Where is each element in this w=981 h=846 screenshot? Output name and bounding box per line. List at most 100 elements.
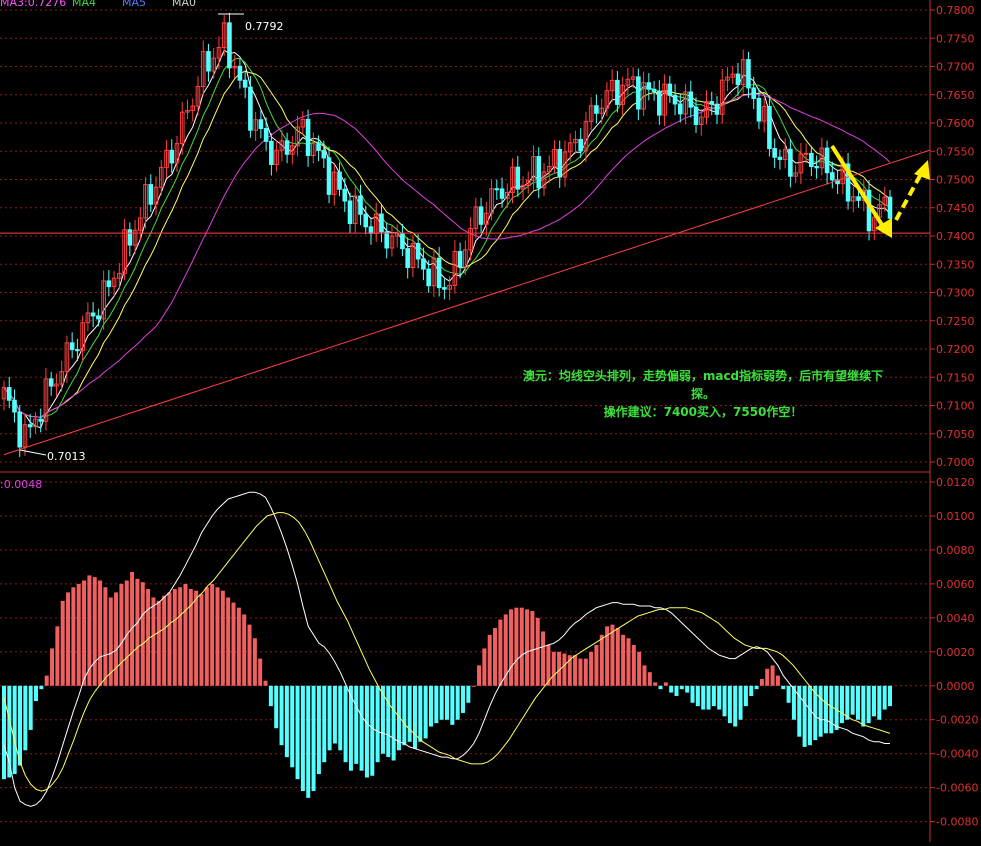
macd-bar-negative [802, 685, 807, 747]
candle-down [400, 232, 405, 250]
price-tick-label: 0.7350 [936, 258, 975, 271]
macd-bar-positive [647, 672, 652, 686]
macd-bar-positive [252, 638, 257, 686]
macd-bar-positive [583, 658, 588, 686]
macd-bar-negative [466, 685, 471, 703]
candle-down [788, 148, 793, 177]
macd-tick-label: 0.0060 [936, 578, 975, 591]
candle-down [358, 195, 363, 215]
candle-down [342, 188, 348, 202]
macd-bar-negative [679, 685, 684, 690]
macd-bar-positive [509, 609, 514, 686]
candle-down [499, 188, 505, 199]
high-label: 0.7792 [245, 20, 284, 33]
macd-bar-negative [359, 685, 364, 771]
candle-down [421, 258, 426, 270]
macd-bar-negative [274, 685, 279, 729]
candle-down [746, 59, 751, 89]
candle-down [227, 22, 232, 69]
macd-bar-positive [765, 668, 770, 686]
candle-down [405, 248, 410, 269]
candle-down [672, 94, 678, 105]
candle-down [368, 226, 374, 234]
price-tick-label: 0.7300 [936, 287, 975, 300]
candle-down [379, 213, 384, 233]
macd-bar-positive [183, 583, 188, 686]
candle-down [830, 172, 835, 181]
macd-bar-negative [439, 685, 444, 720]
macd-bar-negative [407, 685, 412, 742]
macd-bar-positive [519, 607, 524, 686]
macd-bar-positive [44, 675, 49, 686]
candle-down [305, 118, 311, 157]
macd-bar-negative [717, 685, 722, 710]
macd-bar-positive [236, 607, 241, 686]
macd-bar-positive [71, 587, 76, 686]
macd-bar-negative [290, 685, 295, 768]
macd-bar-negative [743, 685, 748, 707]
macd-bar-positive [594, 645, 599, 686]
macd-bar-positive [477, 665, 482, 686]
macd-tick-label: 0.0020 [936, 646, 975, 659]
candle-down [384, 231, 390, 249]
price-tick-label: 0.7800 [936, 4, 975, 17]
candle-down [237, 65, 243, 81]
macd-bar-positive [215, 587, 220, 686]
macd-bar-positive [642, 665, 647, 686]
macd-bar-negative [690, 685, 695, 703]
macd-bar-positive [76, 583, 81, 686]
candle-down [809, 152, 814, 167]
macd-bar-positive [578, 658, 583, 686]
price-tick-label: 0.7700 [936, 61, 975, 74]
legend-ma4: MA4 [72, 0, 96, 9]
macd-bar-negative [727, 685, 732, 724]
macd-bar-negative [445, 685, 449, 720]
candle-down [615, 79, 620, 105]
macd-bar-positive [103, 587, 108, 686]
macd-bar-negative [268, 685, 273, 707]
macd-bar-negative [28, 685, 33, 730]
candle-down [90, 312, 96, 317]
candle-down [856, 196, 861, 201]
macd-tick-label: -0.0040 [936, 748, 978, 761]
macd-bar-negative [23, 685, 28, 751]
macd-bar-negative [786, 685, 791, 703]
macd-bar-positive [167, 592, 172, 686]
price-tick-label: 0.7450 [936, 202, 975, 215]
macd-tick-label: -0.0020 [936, 714, 978, 727]
candle-down [494, 188, 500, 191]
macd-bar-negative [418, 685, 423, 742]
macd-bar-negative [818, 685, 823, 737]
candle-down [169, 149, 175, 164]
candle-down [677, 103, 683, 115]
candle-down [772, 148, 777, 158]
macd-bar-positive [172, 588, 177, 686]
macd-bar-positive [530, 611, 535, 686]
macd-bar-negative [306, 685, 311, 798]
macd-bar-negative [370, 685, 375, 776]
candle-down [284, 140, 290, 155]
macd-bar-positive [60, 600, 65, 686]
macd-bar-negative [839, 685, 844, 724]
macd-bar-negative [300, 685, 305, 792]
macd-bar-negative [829, 685, 834, 734]
price-tick-label: 0.7650 [936, 89, 975, 102]
macd-bar-negative [850, 685, 855, 715]
macd-bar-negative [685, 685, 690, 693]
macd-tick-label: 0.0040 [936, 612, 975, 625]
candle-down [636, 76, 641, 110]
macd-bar-negative [12, 685, 17, 775]
macd-bar-positive [498, 619, 503, 686]
candle-down [17, 411, 23, 448]
macd-bar-positive [626, 638, 631, 686]
macd-bar-negative [338, 685, 343, 751]
macd-bar-negative [364, 685, 369, 778]
candle-down [96, 315, 101, 320]
candle-down [436, 257, 442, 289]
macd-bar-negative [322, 685, 327, 763]
macd-bar-positive [637, 651, 642, 686]
price-tick-label: 0.7000 [936, 456, 975, 469]
candle-down [767, 105, 772, 150]
macd-tick-label: 0.0120 [936, 476, 975, 489]
price-tick-label: 0.7100 [936, 400, 975, 413]
